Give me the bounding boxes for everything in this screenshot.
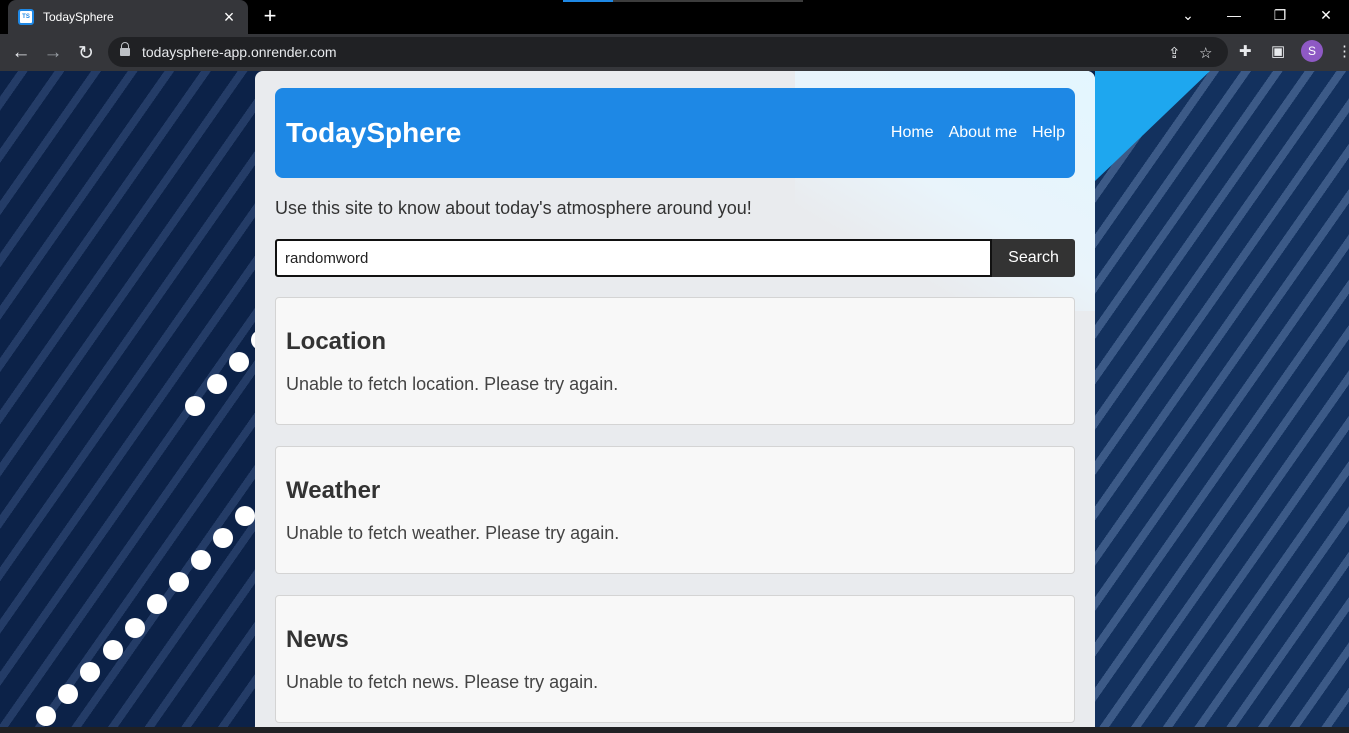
decor-dot	[125, 618, 145, 638]
browser-toolbar: ← → ↻ todaysphere-app.onrender.com ⇪ ☆ ✚…	[0, 34, 1349, 71]
favicon-icon: TS	[18, 9, 34, 25]
close-tab-icon[interactable]: ×	[220, 8, 238, 26]
card-title: News	[286, 626, 349, 653]
nav-link-home[interactable]: Home	[891, 124, 934, 142]
search-button[interactable]: Search	[992, 239, 1075, 277]
tab-title: TodaySphere	[43, 10, 114, 24]
bookmark-star-icon[interactable]: ☆	[1199, 44, 1212, 62]
decor-dot	[80, 662, 100, 682]
tab-strip-accent	[563, 0, 613, 2]
decor-dot	[58, 684, 78, 704]
restore-icon[interactable]: ❐	[1257, 0, 1303, 30]
side-panel-icon[interactable]: ▣	[1271, 42, 1285, 60]
news-card: News Unable to fetch news. Please try ag…	[275, 595, 1075, 723]
address-bar[interactable]: todaysphere-app.onrender.com ⇪ ☆	[108, 37, 1228, 67]
site-header: TodaySphere Home About me Help	[275, 88, 1075, 178]
minimize-icon[interactable]: —	[1211, 0, 1257, 30]
status-strip	[0, 727, 1349, 733]
nav-link-about[interactable]: About me	[949, 124, 1017, 142]
lock-icon[interactable]	[120, 42, 130, 57]
profile-avatar[interactable]: S	[1301, 40, 1323, 62]
location-card: Location Unable to fetch location. Pleas…	[275, 297, 1075, 425]
window-controls: ⌄ — ❐ ✕	[1165, 0, 1349, 34]
tab-search-icon[interactable]: ⌄	[1165, 0, 1211, 30]
decor-dot	[185, 396, 205, 416]
tagline: Use this site to know about today's atmo…	[275, 198, 752, 218]
tab-strip-divider	[613, 0, 803, 2]
card-title: Location	[286, 328, 386, 355]
decor-dot	[103, 640, 123, 660]
url-text[interactable]: todaysphere-app.onrender.com	[142, 44, 337, 60]
menu-dots-icon[interactable]: ⋮	[1337, 42, 1349, 60]
back-icon[interactable]: ←	[8, 40, 34, 66]
site-logo[interactable]: TodaySphere	[286, 117, 461, 149]
share-icon[interactable]: ⇪	[1168, 44, 1181, 62]
site-nav: Home About me Help	[891, 124, 1065, 142]
main-container: TodaySphere Home About me Help Use this …	[255, 71, 1095, 733]
decor-dot	[147, 594, 167, 614]
weather-card: Weather Unable to fetch weather. Please …	[275, 446, 1075, 574]
card-message: Unable to fetch weather. Please try agai…	[286, 523, 620, 543]
decor-dot	[36, 706, 56, 726]
card-title: Weather	[286, 477, 381, 504]
extensions-icon[interactable]: ✚	[1239, 42, 1252, 60]
close-window-icon[interactable]: ✕	[1303, 0, 1349, 30]
nav-link-help[interactable]: Help	[1032, 124, 1065, 142]
card-message: Unable to fetch news. Please try again.	[286, 672, 599, 692]
decor-dot	[169, 572, 189, 592]
background-accent-shape	[1095, 71, 1210, 181]
reload-icon[interactable]: ↻	[73, 40, 99, 66]
card-message: Unable to fetch location. Please try aga…	[286, 374, 619, 394]
decor-dot	[191, 550, 211, 570]
forward-icon[interactable]: →	[40, 40, 66, 66]
search-input[interactable]	[275, 239, 992, 277]
decor-dot	[235, 506, 255, 526]
decor-dot	[213, 528, 233, 548]
decor-dot	[207, 374, 227, 394]
browser-tab[interactable]: TS TodaySphere ×	[8, 0, 248, 34]
decor-dot	[229, 352, 249, 372]
search-form: Search	[275, 239, 1075, 277]
new-tab-icon[interactable]: +	[258, 4, 282, 28]
tab-bar: TS TodaySphere × + ⌄ — ❐ ✕	[0, 0, 1349, 34]
